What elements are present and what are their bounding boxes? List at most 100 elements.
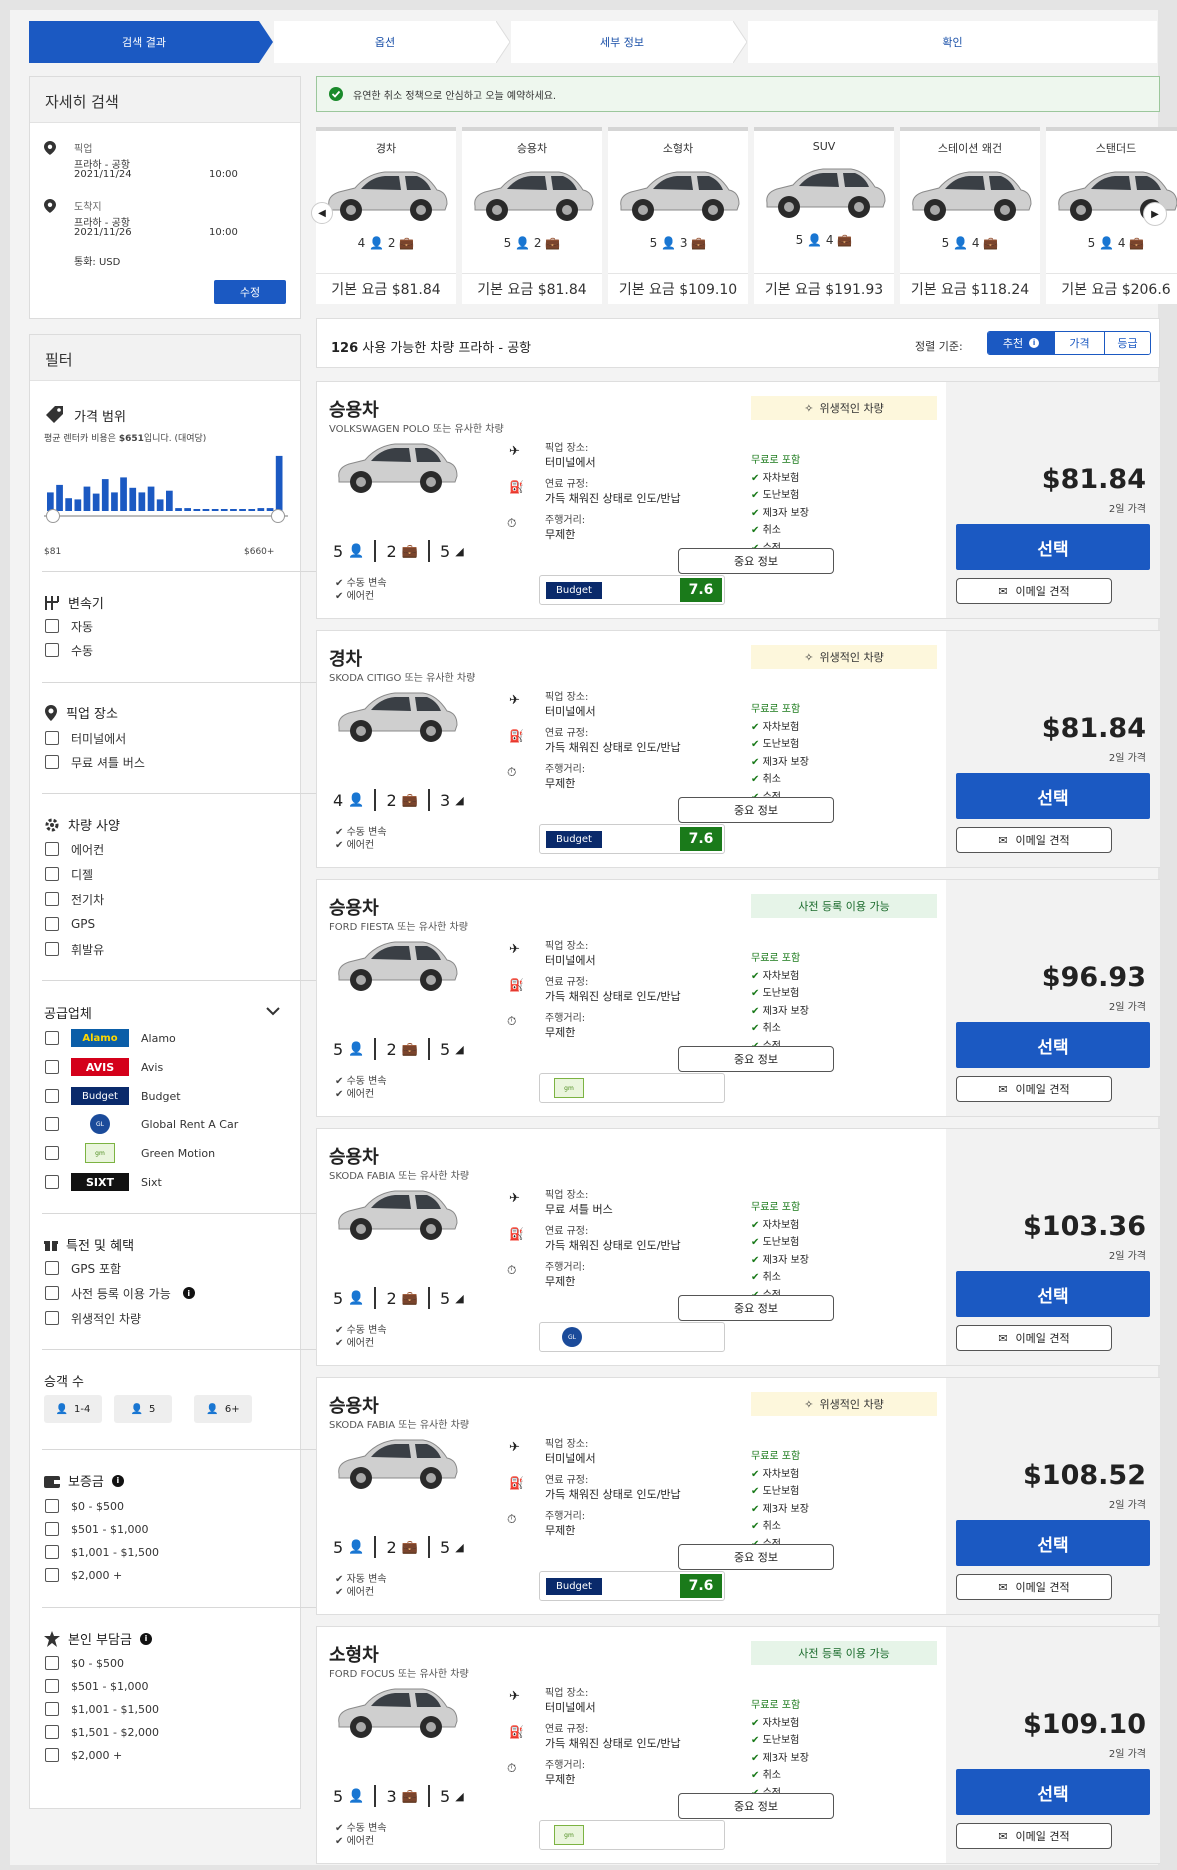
vendor-box[interactable]: GL [539,1322,725,1352]
filter-option-gps[interactable]: GPS [45,915,95,933]
deposit-option[interactable]: $1,001 - $1,500 [45,1543,159,1561]
checkbox[interactable] [45,867,59,881]
vendor-box[interactable]: gm [539,1820,725,1850]
checkbox[interactable] [45,842,59,856]
email-quote-button[interactable]: ✉ 이메일 견적 [956,578,1112,604]
sort-price[interactable]: 가격 [1054,332,1104,354]
category-card[interactable]: 소형차 5 👤 3 💼 기본 요금 $109.10 [608,127,748,304]
step-search-results[interactable]: 검색 결과 [29,21,259,63]
category-card[interactable]: 경차 4 👤 2 💼 기본 요금 $81.84 [316,127,456,304]
supplier-avis[interactable]: AVIS Avis [45,1058,163,1076]
checkbox[interactable] [45,1656,59,1670]
checkbox[interactable] [45,643,59,657]
checkbox[interactable] [45,619,59,633]
filter-option-gps-included[interactable]: GPS 포함 [45,1259,121,1277]
checkbox[interactable] [45,942,59,956]
important-info-button[interactable]: 중요 정보 [678,797,834,823]
info-icon[interactable]: i [182,1287,195,1299]
vendor-box[interactable]: Budget 7.6 [539,575,725,605]
checkbox[interactable] [45,1261,59,1275]
select-button[interactable]: 선택 [956,524,1150,570]
important-info-button[interactable]: 중요 정보 [678,1295,834,1321]
edit-search-button[interactable]: 수정 [214,280,286,304]
category-card[interactable]: 스테이션 왜건 5 👤 4 💼 기본 요금 $118.24 [900,127,1040,304]
email-quote-button[interactable]: ✉ 이메일 견적 [956,1076,1112,1102]
chevron-down-icon[interactable] [266,1007,280,1016]
filter-option-sanitized[interactable]: 위생적인 차량 [45,1309,141,1327]
important-info-button[interactable]: 중요 정보 [678,1046,834,1072]
vendor-box[interactable]: Budget 7.6 [539,824,725,854]
checkbox[interactable] [45,1060,59,1074]
excess-option[interactable]: $1,501 - $2,000 [45,1723,159,1741]
step-confirm[interactable]: 확인 [748,21,1157,63]
price-slider-min-handle[interactable] [46,509,60,523]
checkbox[interactable] [45,1089,59,1103]
supplier-sixt[interactable]: SIXT Sixt [45,1173,162,1191]
excess-option[interactable]: $1,001 - $1,500 [45,1700,159,1718]
info-icon[interactable]: i [139,1632,152,1645]
step-details[interactable]: 세부 정보 [511,21,733,63]
supplier-budget[interactable]: Budget Budget [45,1087,181,1105]
select-button[interactable]: 선택 [956,773,1150,819]
supplier-global[interactable]: GL Global Rent A Car [45,1114,238,1134]
filter-option-diesel[interactable]: 디젤 [45,865,93,883]
select-button[interactable]: 선택 [956,1769,1150,1815]
passengers-5[interactable]: 👤 5 [114,1395,172,1423]
checkbox[interactable] [45,892,59,906]
filter-option-petrol[interactable]: 휘발유 [45,940,104,958]
filter-option-electric[interactable]: 전기차 [45,890,104,908]
checkbox[interactable] [45,1117,59,1131]
email-quote-button[interactable]: ✉ 이메일 견적 [956,1823,1112,1849]
carousel-next-button[interactable]: ▶ [1143,202,1167,226]
checkbox[interactable] [45,1725,59,1739]
supplier-alamo[interactable]: Alamo Alamo [45,1029,176,1047]
filter-option-shuttle[interactable]: 무료 셔틀 버스 [45,753,145,771]
supplier-green-motion[interactable]: gm Green Motion [45,1143,215,1163]
filter-option-pre-registration[interactable]: 사전 등록 이용 가능 i [45,1284,195,1302]
checkbox[interactable] [45,1031,59,1045]
checkbox[interactable] [45,731,59,745]
checkbox[interactable] [45,1499,59,1513]
important-info-button[interactable]: 중요 정보 [678,1544,834,1570]
email-quote-button[interactable]: ✉ 이메일 견적 [956,1325,1112,1351]
checkbox[interactable] [45,1748,59,1762]
checkbox[interactable] [45,1679,59,1693]
carousel-prev-button[interactable]: ◀ [311,202,333,224]
checkbox[interactable] [45,755,59,769]
sort-rating[interactable]: 등급 [1104,332,1150,354]
vendor-box[interactable]: Budget 7.6 [539,1571,725,1601]
vendor-box[interactable]: gm [539,1073,725,1103]
email-quote-button[interactable]: ✉ 이메일 견적 [956,1574,1112,1600]
excess-option[interactable]: $0 - $500 [45,1654,124,1672]
select-button[interactable]: 선택 [956,1022,1150,1068]
filter-option-automatic[interactable]: 자동 [45,617,93,635]
important-info-button[interactable]: 중요 정보 [678,1793,834,1819]
sort-recommended[interactable]: 추천 i [988,332,1054,354]
checkbox[interactable] [45,1522,59,1536]
checkbox[interactable] [45,1175,59,1189]
deposit-option[interactable]: $2,000 + [45,1566,122,1584]
passengers-6-plus[interactable]: 👤 6+ [194,1395,252,1423]
filter-option-manual[interactable]: 수동 [45,641,93,659]
checkbox[interactable] [45,1702,59,1716]
category-card[interactable]: SUV 5 👤 4 💼 기본 요금 $191.93 [754,127,894,304]
checkbox[interactable] [45,1545,59,1559]
info-icon[interactable]: i [111,1474,124,1487]
email-quote-button[interactable]: ✉ 이메일 견적 [956,827,1112,853]
excess-option[interactable]: $501 - $1,000 [45,1677,148,1695]
checkbox[interactable] [45,917,59,931]
filter-option-terminal[interactable]: 터미널에서 [45,729,126,747]
deposit-option[interactable]: $0 - $500 [45,1497,124,1515]
price-slider-max-handle[interactable] [271,509,285,523]
important-info-button[interactable]: 중요 정보 [678,548,834,574]
deposit-option[interactable]: $501 - $1,000 [45,1520,148,1538]
select-button[interactable]: 선택 [956,1520,1150,1566]
step-options[interactable]: 옵션 [274,21,496,63]
checkbox[interactable] [45,1311,59,1325]
excess-option[interactable]: $2,000 + [45,1746,122,1764]
filter-option-aircon[interactable]: 에어컨 [45,840,104,858]
category-card[interactable]: 승용차 5 👤 2 💼 기본 요금 $81.84 [462,127,602,304]
select-button[interactable]: 선택 [956,1271,1150,1317]
checkbox[interactable] [45,1146,59,1160]
checkbox[interactable] [45,1286,59,1300]
